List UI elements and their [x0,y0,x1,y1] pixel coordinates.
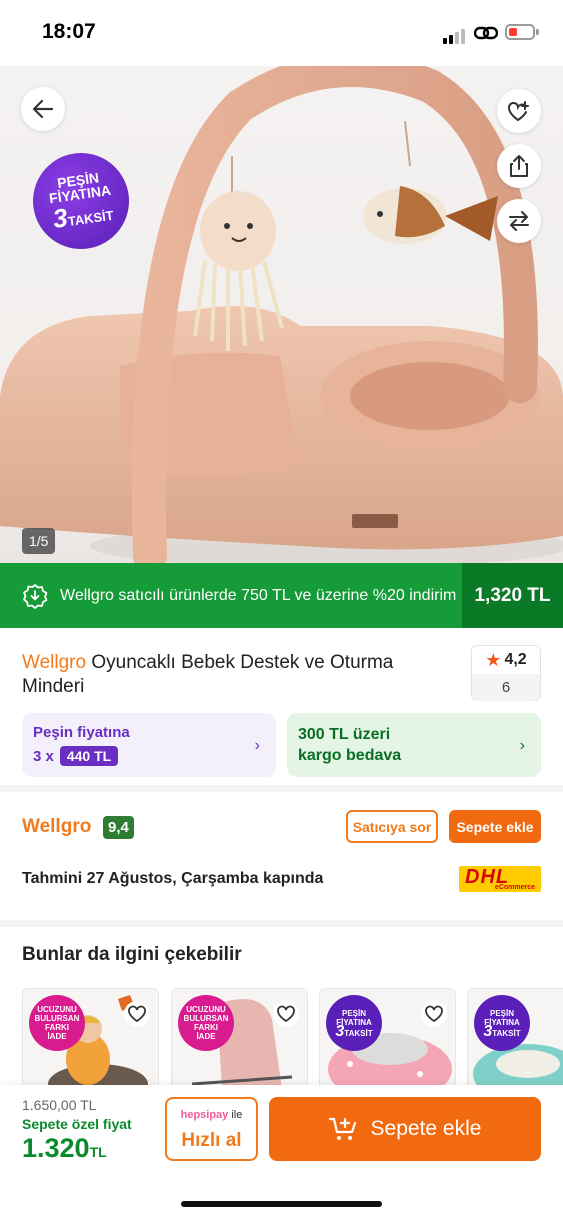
quick-buy-button[interactable]: hepsipay ile Hızlı al [165,1097,258,1161]
cart-plus-icon [328,1117,356,1140]
badge-text: TAKSİT [344,1028,373,1038]
badge-line: BULURSAN [34,1014,80,1023]
special-price-value: 1.320 [22,1133,90,1163]
review-count: 6 [472,674,540,701]
chevron-right-icon: › [254,737,260,754]
campaign-price: 1,320 TL [462,563,563,628]
rating-value: 4,2 [504,651,527,668]
hepsipay-logo: hepsipay [180,1109,229,1121]
heart-list-icon [508,101,529,121]
recommendation-card[interactable]: PEŞİN FİYATINA 3TAKSİT [319,988,456,1098]
carrier-sub: eCommerce [494,884,535,891]
seller-add-to-cart-button[interactable]: Sepete ekle [449,810,541,843]
special-price-currency: TL [89,1144,107,1160]
promo-line3-text: TAKSİT [66,207,115,229]
ask-seller-button[interactable]: Satıcıya sor [346,810,438,843]
recommendation-card[interactable]: UCUZUNU BULURSAN FARKI İADE [22,988,159,1098]
badge-line: İADE [47,1032,67,1041]
share-icon [510,155,528,177]
shipping-line1: 300 TL üzeri [298,726,391,743]
recommendations-title: Bunlar da ilgini çekebilir [22,944,242,965]
image-counter: 1/5 [22,528,56,554]
rating-box[interactable]: ★ 4,2 6 [471,645,541,701]
hepsipay-with: ile [231,1109,243,1121]
recommendation-card[interactable]: UCUZUNU BULURSAN FARKI İADE [171,988,308,1098]
product-brand-link[interactable]: Wellgro [22,652,86,673]
delivery-estimate: Tahmini 27 Ağustos, Çarşamba kapında [22,870,324,887]
status-bar: 18:07 [0,0,563,66]
badge-line: BULURSAN [183,1014,229,1023]
favorite-button[interactable] [124,1001,150,1027]
seller-score-badge: 9,4 [103,816,134,839]
favorite-list-button[interactable] [497,89,541,133]
product-image-gallery[interactable]: PEŞİN FİYATINA 3TAKSİT 1/5 [0,66,563,563]
heart-icon [128,1005,146,1023]
hepsipay-label: hepsipay ile [167,1109,256,1121]
campaign-text: Wellgro satıcılı ürünlerde 750 TL ve üze… [60,586,457,604]
badge-line: FİYATINA [336,1017,372,1027]
heart-icon [425,1005,443,1023]
badge-line: PEŞİN [341,1008,366,1018]
status-time: 18:07 [42,20,96,43]
installment-prefix: 3 x [33,747,54,765]
seller-name-link[interactable]: Wellgro [22,816,91,838]
special-price: 1.320TL [22,1133,107,1164]
installment-label: Peşin fiyatına [33,724,130,741]
installment-card[interactable]: Peşin fiyatına 3 x 440 TL › [22,713,276,777]
cheapest-guarantee-badge: UCUZUNU BULURSAN FARKI İADE [29,995,85,1051]
dhl-logo: DHL eCommerce [459,866,541,892]
battery-icon [505,24,539,40]
section-divider [0,785,563,792]
back-button[interactable] [21,87,65,131]
installment-detail: 3 x 440 TL [33,746,119,766]
installment-amount: 440 TL [59,746,119,766]
quick-buy-label: Hızlı al [181,1130,242,1151]
free-shipping-card[interactable]: 300 TL üzeri kargo bedava › [287,713,541,777]
badge-line: PEŞİN [489,1008,514,1018]
discount-badge-icon [23,583,48,609]
favorite-button[interactable] [421,1001,447,1027]
shipping-line2: kargo bedava [298,747,402,764]
badge-line: 3TAKSİT [326,1023,382,1039]
back-arrow-icon [32,99,54,119]
badge-line: FARKI [45,1023,69,1032]
old-price: 1.650,00 TL [22,1097,97,1113]
chevron-right-icon: › [519,737,525,754]
compare-icon [509,211,529,231]
product-image [0,66,563,563]
favorite-button[interactable] [273,1001,299,1027]
badge-number: 3 [483,1022,493,1040]
add-to-cart-button[interactable]: Sepete ekle [269,1097,541,1161]
home-indicator[interactable] [181,1201,382,1207]
add-to-cart-label: Sepete ekle [370,1117,482,1140]
star-icon: ★ [485,649,502,670]
bottom-purchase-bar: 1.650,00 TL Sepete özel fiyat 1.320TL he… [0,1085,563,1218]
link-icon [474,26,498,40]
badge-line: FİYATINA [484,1017,520,1027]
special-price-label: Sepete özel fiyat [22,1116,132,1132]
compare-button[interactable] [497,199,541,243]
badge-text: TAKSİT [492,1028,521,1038]
cheapest-guarantee-badge: UCUZUNU BULURSAN FARKI İADE [178,995,234,1051]
campaign-banner[interactable]: Wellgro satıcılı ürünlerde 750 TL ve üze… [0,563,563,628]
badge-line: FARKI [194,1023,218,1032]
badge-line: İADE [196,1032,216,1041]
badge-line: UCUZUNU [37,1005,77,1014]
badge-line: UCUZUNU [186,1005,226,1014]
installment-promo-badge: PEŞİN FİYATINA 3TAKSİT [326,995,382,1051]
recommendation-card[interactable]: PEŞİN FİYATINA 3TAKSİT [467,988,563,1098]
product-title: Wellgro Oyuncaklı Bebek Destek ve Oturma… [22,651,442,699]
cellular-signal-icon [443,26,467,44]
badge-number: 3 [335,1022,345,1040]
share-button[interactable] [497,144,541,188]
section-divider [0,920,563,927]
heart-icon [277,1005,295,1023]
installment-promo-badge: PEŞİN FİYATINA 3TAKSİT [474,995,530,1051]
badge-line: 3TAKSİT [474,1023,530,1039]
